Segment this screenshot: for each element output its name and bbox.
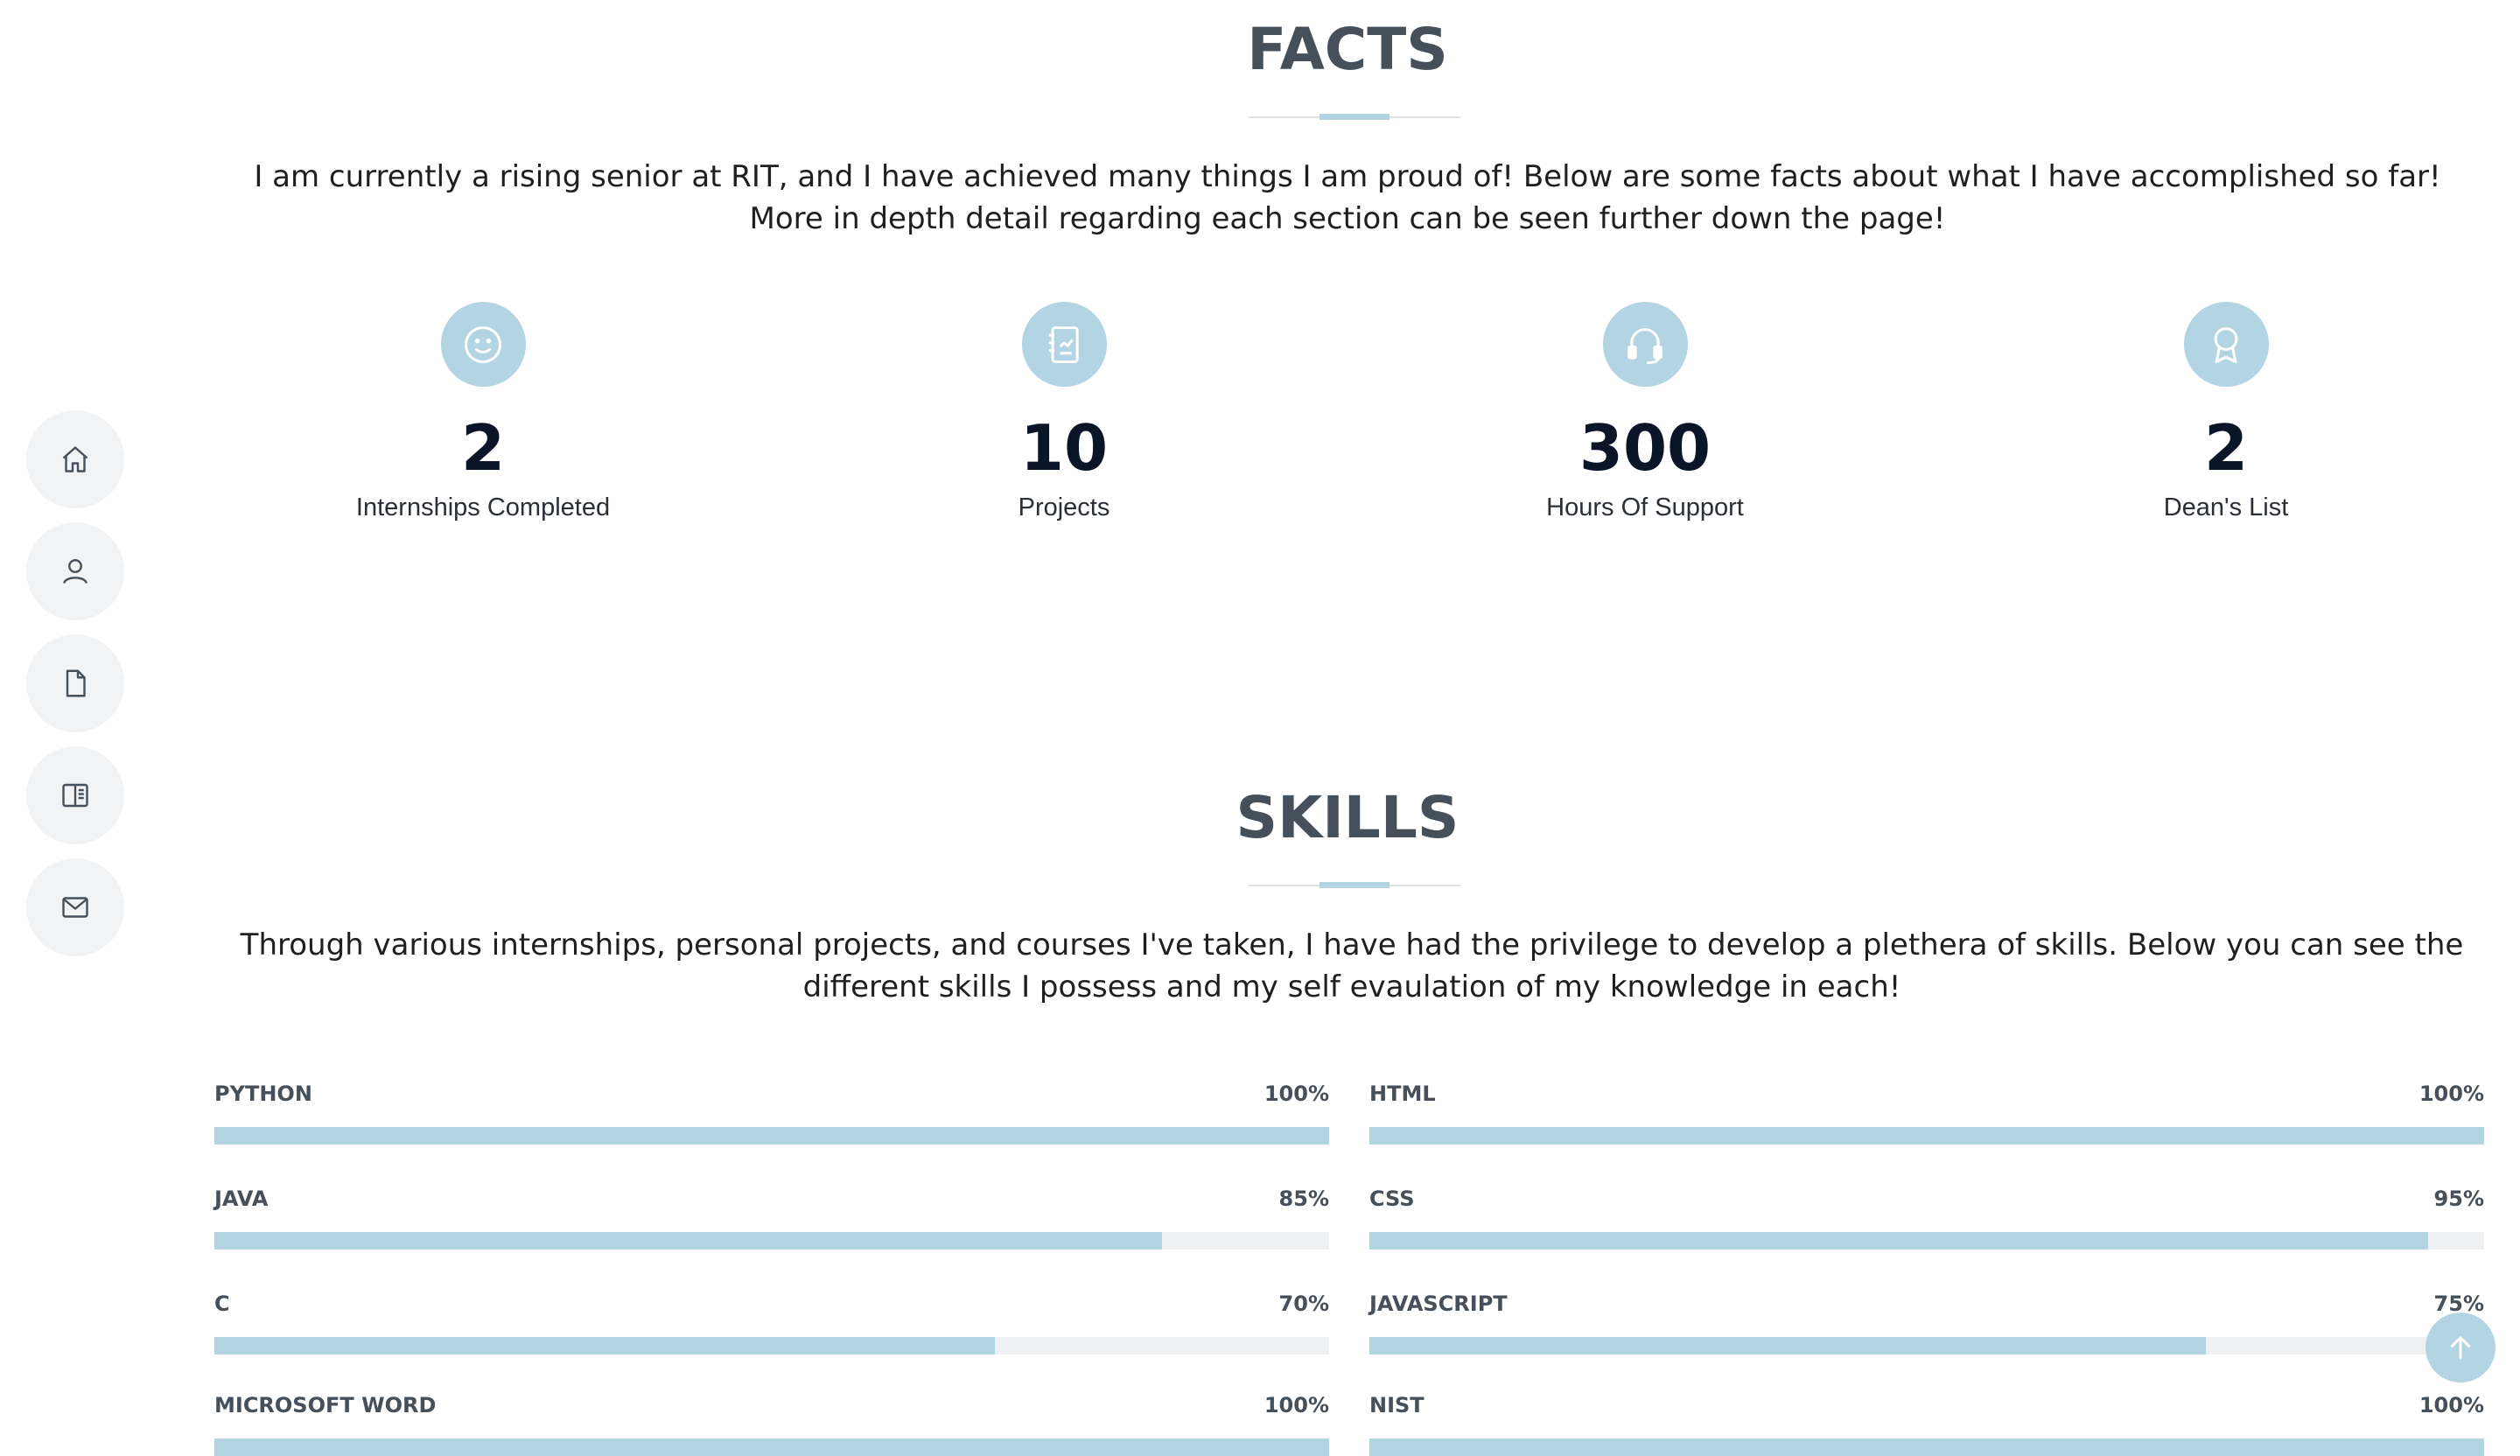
skill-name: NIST xyxy=(1369,1393,1424,1418)
skill-percent: 95% xyxy=(2433,1186,2484,1211)
skill-item-html: HTML 100% xyxy=(1369,1082,2484,1144)
award-icon xyxy=(2214,326,2238,363)
skill-progress-bar xyxy=(1369,1127,2484,1144)
fact-item-projects: 10 Projects xyxy=(802,302,1326,522)
skill-item-javascript: JAVASCRIPT 75% xyxy=(1369,1292,2484,1354)
skill-name: HTML xyxy=(1369,1082,1436,1106)
skill-name: MICROSOFT WORD xyxy=(214,1393,437,1418)
skill-item-css: CSS 95% xyxy=(1369,1186,2484,1250)
skills-title: SKILLS xyxy=(1236,784,1460,851)
envelope-icon xyxy=(62,897,88,918)
home-icon xyxy=(62,446,88,472)
skill-item-java: JAVA 85% xyxy=(214,1186,1329,1250)
fact-label: Projects xyxy=(1018,494,1110,522)
skill-progress-bar xyxy=(1369,1337,2484,1354)
skill-progress-fill xyxy=(1369,1232,2429,1250)
skill-name: PYTHON xyxy=(214,1082,312,1106)
skill-percent: 100% xyxy=(1264,1393,1329,1418)
nav-about-button[interactable] xyxy=(26,522,124,620)
skill-progress-fill xyxy=(1369,1337,2206,1354)
facts-title: FACTS xyxy=(1247,16,1448,83)
skill-progress-bar xyxy=(1369,1438,2484,1456)
skill-progress-bar xyxy=(214,1127,1329,1144)
skill-progress-bar xyxy=(214,1438,1329,1456)
nav-resume-button[interactable] xyxy=(26,634,124,732)
skill-progress-fill xyxy=(214,1337,995,1354)
skill-name: JAVA xyxy=(214,1186,269,1211)
nav-home-button[interactable] xyxy=(26,410,124,508)
journal-icon xyxy=(1048,326,1079,363)
fact-item-deans-list: 2 Dean's List xyxy=(1964,302,2488,522)
skill-item-nist: NIST 100% xyxy=(1369,1393,2484,1456)
skill-name: JAVASCRIPT xyxy=(1369,1292,1508,1316)
skill-item-c: C 70% xyxy=(214,1292,1329,1354)
person-icon xyxy=(63,559,88,584)
file-icon xyxy=(66,669,86,697)
skill-progress-bar xyxy=(214,1232,1329,1250)
arrow-up-icon xyxy=(2450,1336,2471,1360)
skill-progress-bar xyxy=(214,1337,1329,1354)
skill-progress-fill xyxy=(1369,1438,2484,1456)
fact-number: 10 xyxy=(1019,411,1109,485)
fact-label: Internships Completed xyxy=(355,494,611,522)
fact-label: Dean's List xyxy=(2163,494,2289,522)
skill-percent: 85% xyxy=(1278,1186,1329,1211)
skill-progress-fill xyxy=(214,1127,1329,1144)
skill-percent: 100% xyxy=(2418,1393,2484,1418)
skill-progress-fill xyxy=(214,1232,1162,1250)
skill-name: CSS xyxy=(1369,1186,1415,1211)
skills-description: Through various internships, personal pr… xyxy=(240,928,2464,1004)
skill-progress-fill xyxy=(1369,1127,2484,1144)
skill-name: C xyxy=(214,1292,230,1316)
fact-label: Hours Of Support xyxy=(1546,494,1744,522)
skill-item-microsoft-word: MICROSOFT WORD 100% xyxy=(214,1393,1329,1456)
skills-title-rule xyxy=(1249,882,1460,888)
fact-number: 300 xyxy=(1578,411,1712,485)
skill-progress-bar xyxy=(1369,1232,2484,1250)
smiley-icon xyxy=(464,326,502,363)
side-nav xyxy=(26,410,124,970)
skill-percent: 70% xyxy=(1278,1292,1329,1316)
facts-title-rule xyxy=(1249,114,1460,120)
skill-percent: 100% xyxy=(1264,1082,1329,1106)
fact-number: 2 xyxy=(460,411,506,485)
fact-item-internships: 2 Internships Completed xyxy=(220,302,746,522)
nav-contact-button[interactable] xyxy=(26,858,124,956)
skill-item-python: PYTHON 100% xyxy=(214,1082,1329,1144)
back-to-top-button[interactable] xyxy=(2426,1312,2496,1382)
facts-description: I am currently a rising senior at RIT, a… xyxy=(254,159,2441,236)
headset-icon xyxy=(1628,327,1662,364)
fact-item-support: 300 Hours Of Support xyxy=(1382,302,1908,522)
fact-number: 2 xyxy=(2203,411,2249,485)
skill-progress-fill xyxy=(214,1438,1329,1456)
skill-percent: 100% xyxy=(2418,1082,2484,1106)
